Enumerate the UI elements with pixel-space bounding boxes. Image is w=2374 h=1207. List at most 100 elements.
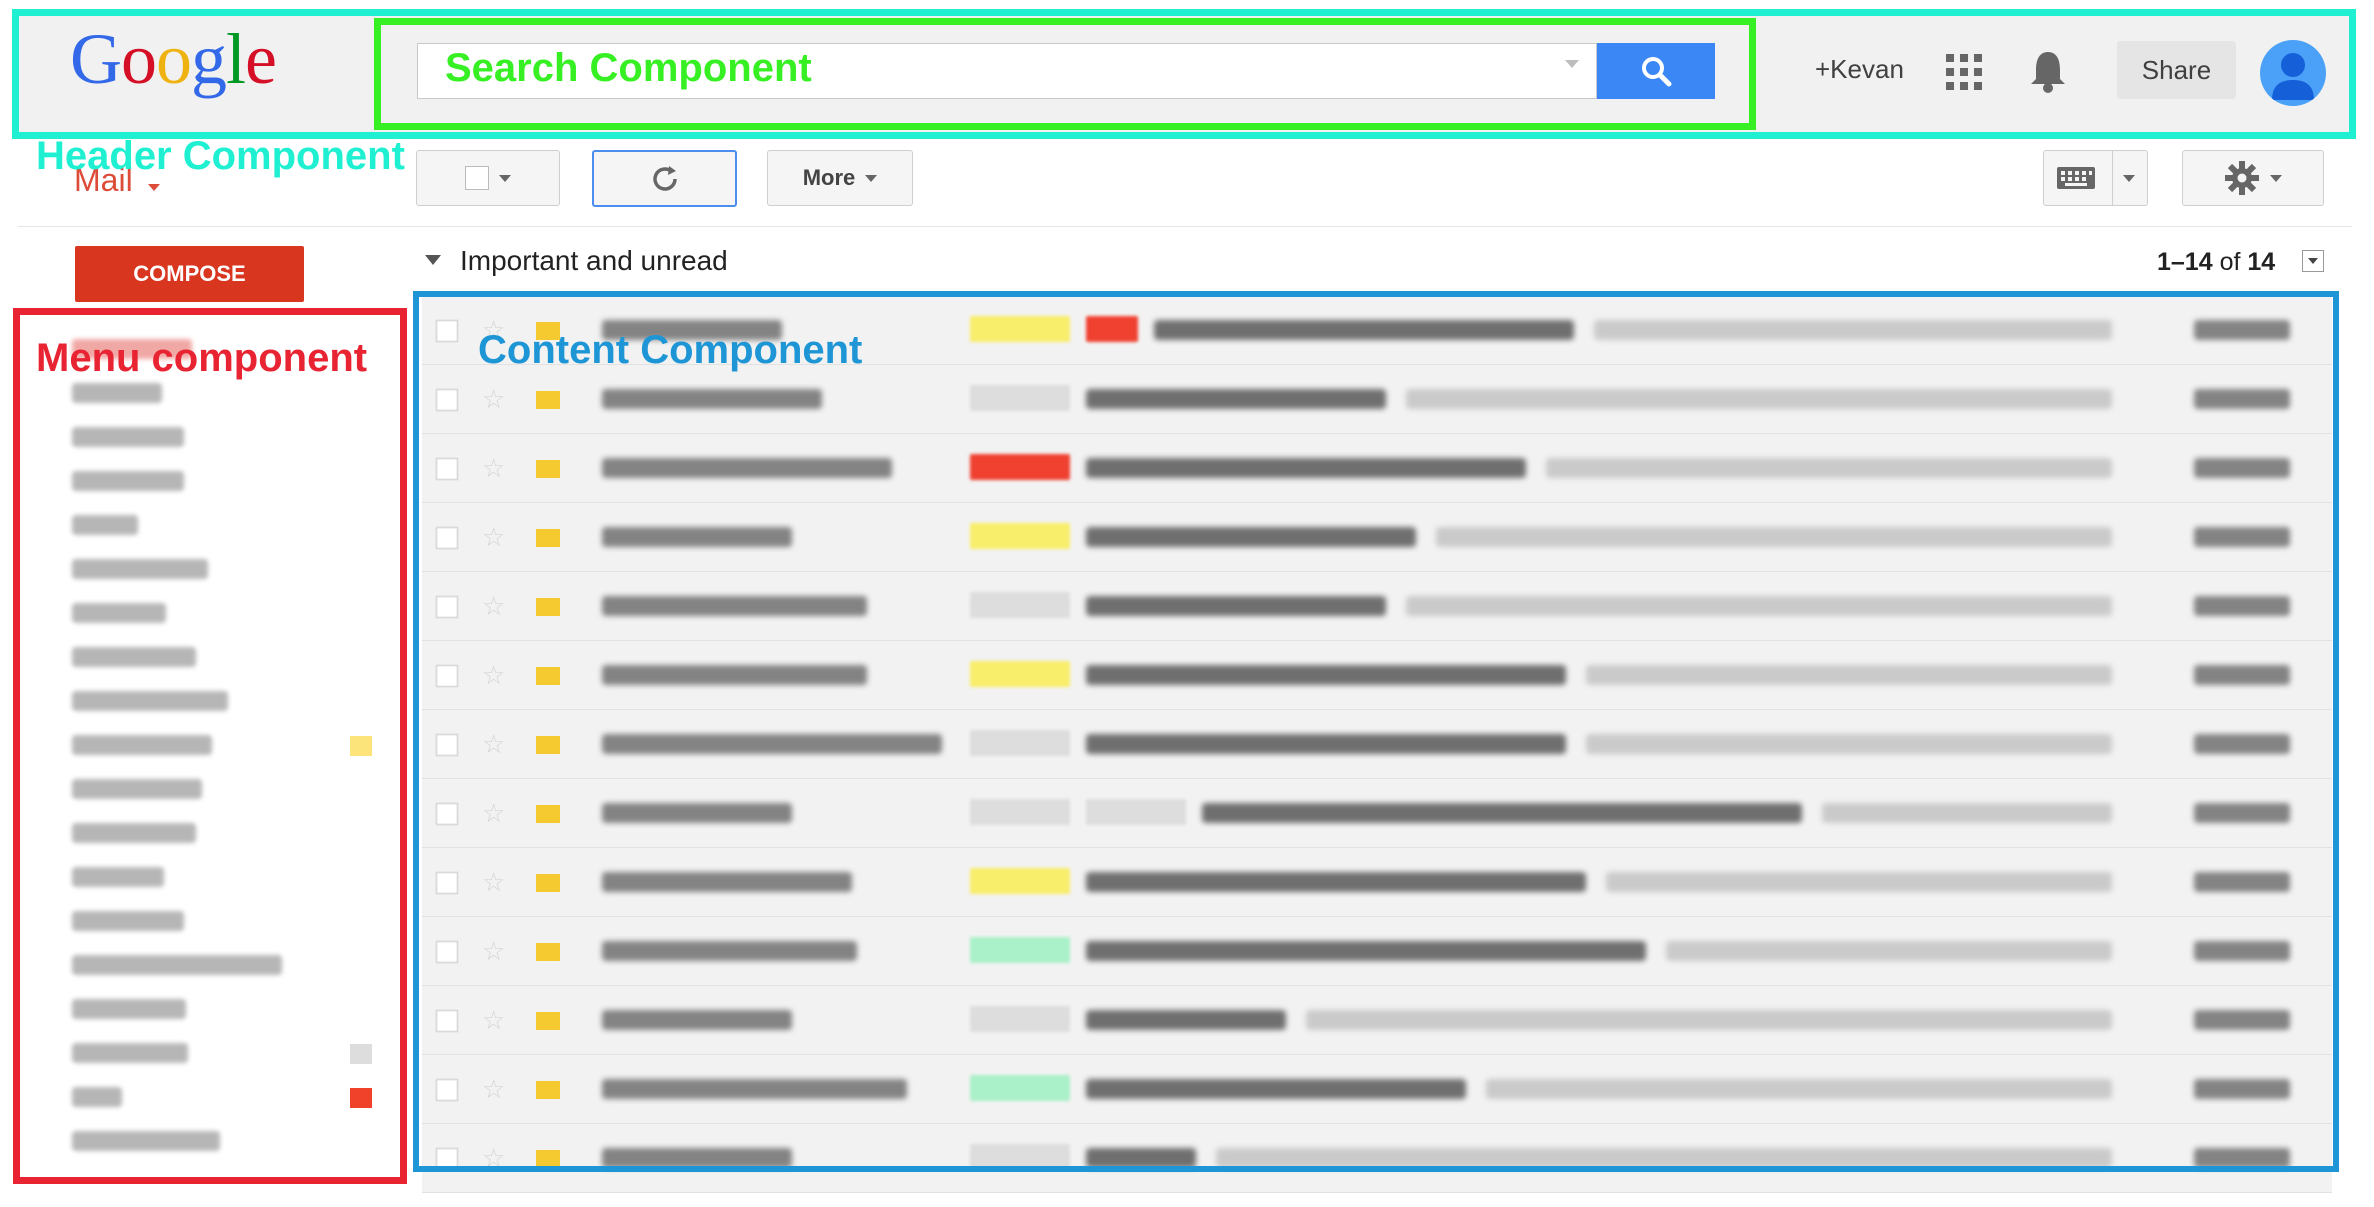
- collapse-section-icon[interactable]: [425, 255, 441, 265]
- menu-item[interactable]: [70, 633, 380, 677]
- email-label-tag[interactable]: [970, 592, 1070, 618]
- email-checkbox[interactable]: [436, 665, 458, 687]
- label-color-swatch[interactable]: [350, 1088, 372, 1108]
- importance-marker-icon[interactable]: [536, 1150, 560, 1168]
- email-row[interactable]: ☆: [422, 917, 2332, 986]
- importance-marker-icon[interactable]: [536, 805, 560, 823]
- email-checkbox[interactable]: [436, 458, 458, 480]
- email-label-tag[interactable]: [970, 661, 1070, 687]
- email-label-tag[interactable]: [970, 937, 1070, 963]
- email-checkbox[interactable]: [436, 872, 458, 894]
- menu-item[interactable]: [70, 765, 380, 809]
- email-row[interactable]: ☆: [422, 503, 2332, 572]
- importance-marker-icon[interactable]: [536, 943, 560, 961]
- email-row[interactable]: ☆: [422, 1124, 2332, 1193]
- email-row[interactable]: ☆: [422, 365, 2332, 434]
- email-label-tag[interactable]: [970, 385, 1070, 411]
- email-checkbox[interactable]: [436, 320, 458, 342]
- search-button[interactable]: [1597, 43, 1715, 99]
- importance-marker-icon[interactable]: [536, 391, 560, 409]
- star-icon[interactable]: ☆: [482, 798, 505, 829]
- importance-marker-icon[interactable]: [536, 529, 560, 547]
- menu-item[interactable]: [70, 501, 380, 545]
- email-checkbox[interactable]: [436, 734, 458, 756]
- star-icon[interactable]: ☆: [482, 729, 505, 760]
- email-label-tag[interactable]: [1086, 799, 1186, 825]
- star-icon[interactable]: ☆: [482, 1143, 505, 1174]
- email-checkbox[interactable]: [436, 527, 458, 549]
- star-icon[interactable]: ☆: [482, 1005, 505, 1036]
- section-title[interactable]: Important and unread: [460, 245, 728, 277]
- menu-item[interactable]: [70, 589, 380, 633]
- refresh-button[interactable]: [592, 150, 737, 207]
- email-checkbox[interactable]: [436, 1148, 458, 1170]
- star-icon[interactable]: ☆: [482, 660, 505, 691]
- importance-marker-icon[interactable]: [536, 1012, 560, 1030]
- email-checkbox[interactable]: [436, 803, 458, 825]
- label-color-swatch[interactable]: [350, 1044, 372, 1064]
- menu-item[interactable]: [70, 545, 380, 589]
- email-row[interactable]: ☆: [422, 986, 2332, 1055]
- menu-item[interactable]: [70, 721, 380, 765]
- importance-marker-icon[interactable]: [536, 874, 560, 892]
- menu-item[interactable]: [70, 941, 380, 985]
- email-label-tag[interactable]: [970, 1075, 1070, 1101]
- email-checkbox[interactable]: [436, 1079, 458, 1101]
- importance-marker-icon[interactable]: [536, 460, 560, 478]
- more-actions-button[interactable]: More: [767, 150, 913, 206]
- email-row[interactable]: ☆: [422, 572, 2332, 641]
- compose-button[interactable]: COMPOSE: [75, 246, 304, 302]
- user-avatar-icon[interactable]: [2260, 40, 2326, 106]
- email-label-tag[interactable]: [970, 799, 1070, 825]
- menu-item[interactable]: [70, 457, 380, 501]
- google-logo[interactable]: Google: [70, 18, 277, 101]
- menu-item[interactable]: [70, 413, 380, 457]
- email-checkbox[interactable]: [436, 389, 458, 411]
- email-checkbox[interactable]: [436, 596, 458, 618]
- menu-item[interactable]: [70, 1029, 380, 1073]
- importance-marker-icon[interactable]: [536, 598, 560, 616]
- menu-item[interactable]: [70, 809, 380, 853]
- email-label-tag[interactable]: [970, 454, 1070, 480]
- menu-item[interactable]: [70, 853, 380, 897]
- star-icon[interactable]: ☆: [482, 453, 505, 484]
- email-checkbox[interactable]: [436, 941, 458, 963]
- email-row[interactable]: ☆: [422, 641, 2332, 710]
- star-icon[interactable]: ☆: [482, 1074, 505, 1105]
- select-all-dropdown[interactable]: [416, 150, 560, 206]
- email-row[interactable]: ☆: [422, 710, 2332, 779]
- email-checkbox[interactable]: [436, 1010, 458, 1032]
- email-row[interactable]: ☆: [422, 779, 2332, 848]
- user-profile-link[interactable]: +Kevan: [1815, 54, 1904, 85]
- email-label-tag[interactable]: [970, 1006, 1070, 1032]
- search-options-dropdown-icon[interactable]: [1565, 60, 1579, 68]
- star-icon[interactable]: ☆: [482, 384, 505, 415]
- email-label-tag[interactable]: [970, 1144, 1070, 1170]
- label-color-swatch[interactable]: [350, 736, 372, 756]
- menu-item[interactable]: [70, 1117, 380, 1161]
- email-row[interactable]: ☆: [422, 1055, 2332, 1124]
- star-icon[interactable]: ☆: [482, 936, 505, 967]
- menu-item[interactable]: [70, 1073, 380, 1117]
- importance-marker-icon[interactable]: [536, 736, 560, 754]
- section-options-dropdown[interactable]: [2302, 250, 2324, 272]
- chevron-down-icon[interactable]: [2123, 174, 2135, 182]
- importance-marker-icon[interactable]: [536, 1081, 560, 1099]
- star-icon[interactable]: ☆: [482, 522, 505, 553]
- share-button[interactable]: Share: [2117, 41, 2236, 99]
- email-label-tag[interactable]: [1086, 316, 1138, 342]
- input-tools-button[interactable]: [2043, 150, 2148, 206]
- email-label-tag[interactable]: [970, 523, 1070, 549]
- apps-grid-icon[interactable]: [1946, 54, 1982, 90]
- bell-icon[interactable]: [2028, 48, 2068, 99]
- email-row[interactable]: ☆: [422, 434, 2332, 503]
- settings-button[interactable]: [2182, 150, 2324, 206]
- email-label-tag[interactable]: [970, 316, 1070, 342]
- menu-item[interactable]: [70, 985, 380, 1029]
- menu-item[interactable]: [70, 897, 380, 941]
- email-row[interactable]: ☆: [422, 848, 2332, 917]
- menu-item[interactable]: [70, 677, 380, 721]
- importance-marker-icon[interactable]: [536, 667, 560, 685]
- star-icon[interactable]: ☆: [482, 591, 505, 622]
- star-icon[interactable]: ☆: [482, 867, 505, 898]
